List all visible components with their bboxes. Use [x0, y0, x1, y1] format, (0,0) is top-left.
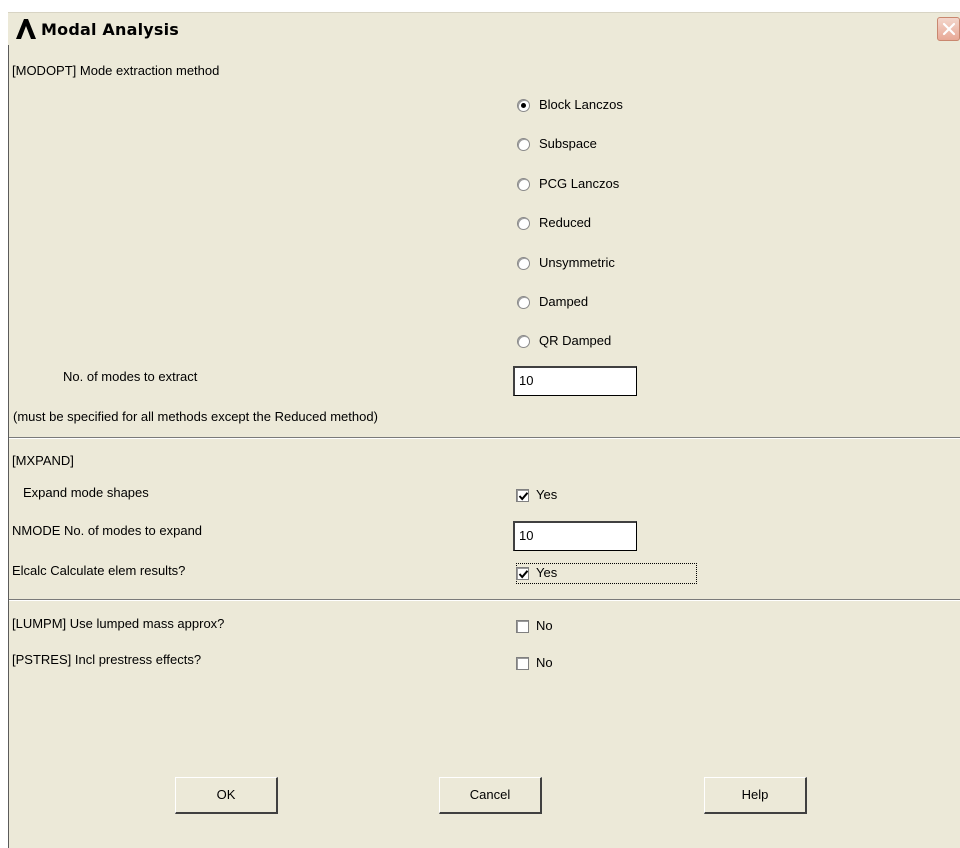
modopt-note: (must be specified for all methods excep…	[13, 409, 378, 424]
radio-damped[interactable]: Damped	[517, 294, 677, 314]
nmode-input[interactable]: 10	[513, 521, 637, 551]
radio-indicator	[517, 257, 530, 270]
close-icon	[942, 22, 956, 36]
radio-indicator	[517, 335, 530, 348]
checkmark-icon	[518, 570, 529, 579]
radio-pcg-lanczos[interactable]: PCG Lanczos	[517, 176, 677, 196]
expand-mode-shapes-checkbox[interactable]: Yes	[516, 486, 696, 506]
window-title: Modal Analysis	[41, 20, 180, 39]
elcalc-label: Elcalc Calculate elem results?	[12, 563, 186, 578]
expand-mode-shapes-label: Expand mode shapes	[23, 485, 149, 500]
radio-label: Block Lanczos	[539, 97, 623, 112]
radio-label: Subspace	[539, 136, 597, 151]
ansys-logo-icon	[14, 18, 38, 40]
lumpm-checkbox[interactable]: No	[516, 617, 696, 637]
checkbox-box	[516, 489, 529, 502]
cancel-button[interactable]: Cancel	[439, 777, 542, 814]
divider-highlight	[9, 438, 960, 439]
radio-label: Unsymmetric	[539, 255, 615, 270]
checkbox-label: Yes	[536, 487, 558, 502]
radio-indicator	[517, 178, 530, 191]
radio-indicator	[517, 99, 530, 112]
radio-label: PCG Lanczos	[539, 176, 620, 191]
radio-label: Reduced	[539, 215, 592, 230]
checkbox-label: No	[536, 618, 553, 633]
ok-button[interactable]: OK	[175, 777, 278, 814]
dialog-content: [MODOPT] Mode extraction method Block La…	[9, 45, 960, 848]
radio-qr-damped[interactable]: QR Damped	[517, 333, 677, 353]
lumpm-label: [LUMPM] Use lumped mass approx?	[12, 616, 225, 631]
checkbox-label: No	[536, 655, 553, 670]
help-button[interactable]: Help	[704, 777, 807, 814]
checkbox-box	[516, 567, 529, 580]
radio-block-lanczos[interactable]: Block Lanczos	[517, 97, 677, 117]
close-button[interactable]	[937, 17, 960, 41]
dialog-body: [MODOPT] Mode extraction method Block La…	[8, 45, 960, 848]
checkbox-box	[516, 657, 529, 670]
radio-label: QR Damped	[539, 333, 612, 348]
modes-to-extract-input[interactable]: 10	[513, 366, 637, 396]
radio-indicator	[517, 138, 530, 151]
title-bar: Modal Analysis	[8, 12, 960, 45]
modopt-header: [MODOPT] Mode extraction method	[12, 63, 220, 78]
radio-subspace[interactable]: Subspace	[517, 136, 677, 156]
checkbox-box	[516, 620, 529, 633]
checkmark-icon	[518, 492, 529, 501]
radio-label: Damped	[539, 294, 589, 309]
radio-reduced[interactable]: Reduced	[517, 215, 677, 235]
pstres-label: [PSTRES] Incl prestress effects?	[12, 652, 202, 667]
modes-to-extract-label: No. of modes to extract	[63, 369, 198, 384]
divider-highlight	[9, 600, 960, 601]
pstres-checkbox[interactable]: No	[516, 654, 696, 674]
nmode-label: NMODE No. of modes to expand	[12, 523, 203, 538]
radio-unsymmetric[interactable]: Unsymmetric	[517, 255, 677, 275]
mxpand-header: [MXPAND]	[12, 453, 74, 468]
elcalc-checkbox[interactable]: Yes	[516, 564, 696, 584]
radio-indicator	[517, 296, 530, 309]
checkbox-label: Yes	[536, 565, 558, 580]
radio-indicator	[517, 217, 530, 230]
